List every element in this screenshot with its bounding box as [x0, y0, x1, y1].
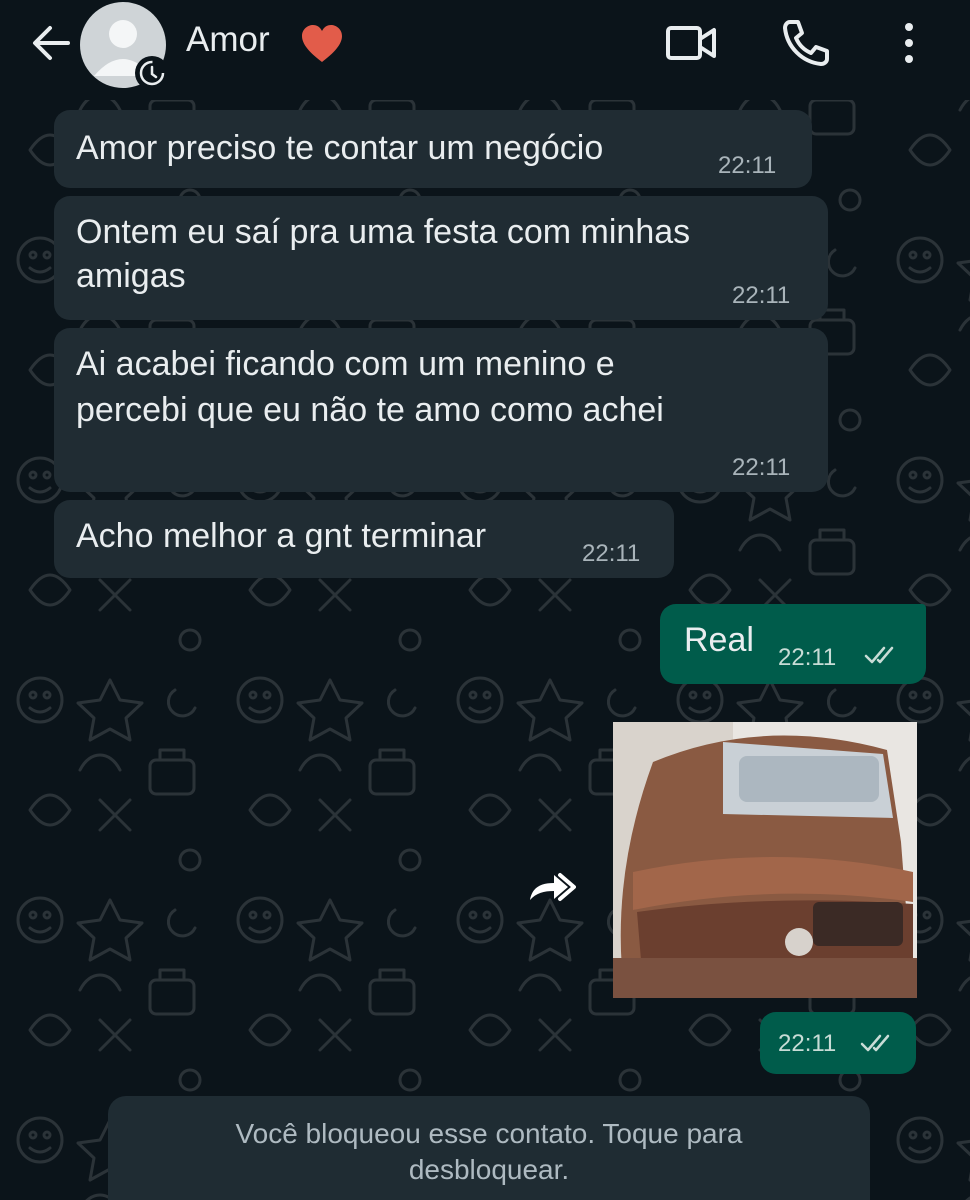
- message-text: Ai acabei ficando com um menino e: [76, 345, 615, 383]
- message-time: 22:11: [718, 152, 777, 179]
- forward-icon[interactable]: [524, 868, 576, 908]
- image-time-bubble: 22:11: [760, 1012, 916, 1074]
- incoming-message[interactable]: Ontem eu saí pra uma festa com minhas am…: [54, 196, 828, 320]
- disappearing-messages-timer-icon: [135, 56, 169, 90]
- more-options-icon[interactable]: [894, 18, 924, 68]
- message-time: 22:11: [732, 454, 791, 481]
- message-text: Real: [684, 621, 754, 659]
- message-text: percebi que eu não te amo como achei: [76, 391, 664, 429]
- message-time: 22:11: [732, 282, 791, 309]
- heart-icon: [302, 25, 342, 62]
- message-time: 22:11: [582, 540, 641, 567]
- back-arrow-icon[interactable]: [28, 20, 74, 66]
- message-text: Acho melhor a gnt terminar: [76, 517, 487, 555]
- message-text: amigas: [76, 257, 186, 295]
- contact-name[interactable]: Amor: [186, 20, 270, 60]
- outgoing-message[interactable]: Real 22:11: [660, 604, 926, 684]
- message-time: 22:11: [778, 1030, 837, 1057]
- double-check-icon: [860, 1034, 890, 1052]
- message-text: Ontem eu saí pra uma festa com minhas: [76, 213, 691, 251]
- truck-photo: [613, 722, 917, 998]
- incoming-message[interactable]: Amor preciso te contar um negócio 22:11: [54, 110, 812, 188]
- chat-header: Amor: [0, 0, 970, 100]
- message-text: Amor preciso te contar um negócio: [76, 129, 604, 167]
- video-call-icon[interactable]: [662, 20, 720, 66]
- image-message[interactable]: [613, 722, 917, 998]
- incoming-message[interactable]: Acho melhor a gnt terminar 22:11: [54, 500, 674, 578]
- blocked-contact-banner[interactable]: Você bloqueou esse contato. Toque para d…: [108, 1096, 870, 1200]
- blocked-notice-text: Você bloqueou esse contato. Toque para d…: [235, 1118, 743, 1185]
- message-time: 22:11: [778, 644, 837, 671]
- phone-call-icon[interactable]: [778, 16, 834, 70]
- incoming-message[interactable]: Ai acabei ficando com um menino e perceb…: [54, 328, 828, 492]
- double-check-icon: [864, 646, 894, 664]
